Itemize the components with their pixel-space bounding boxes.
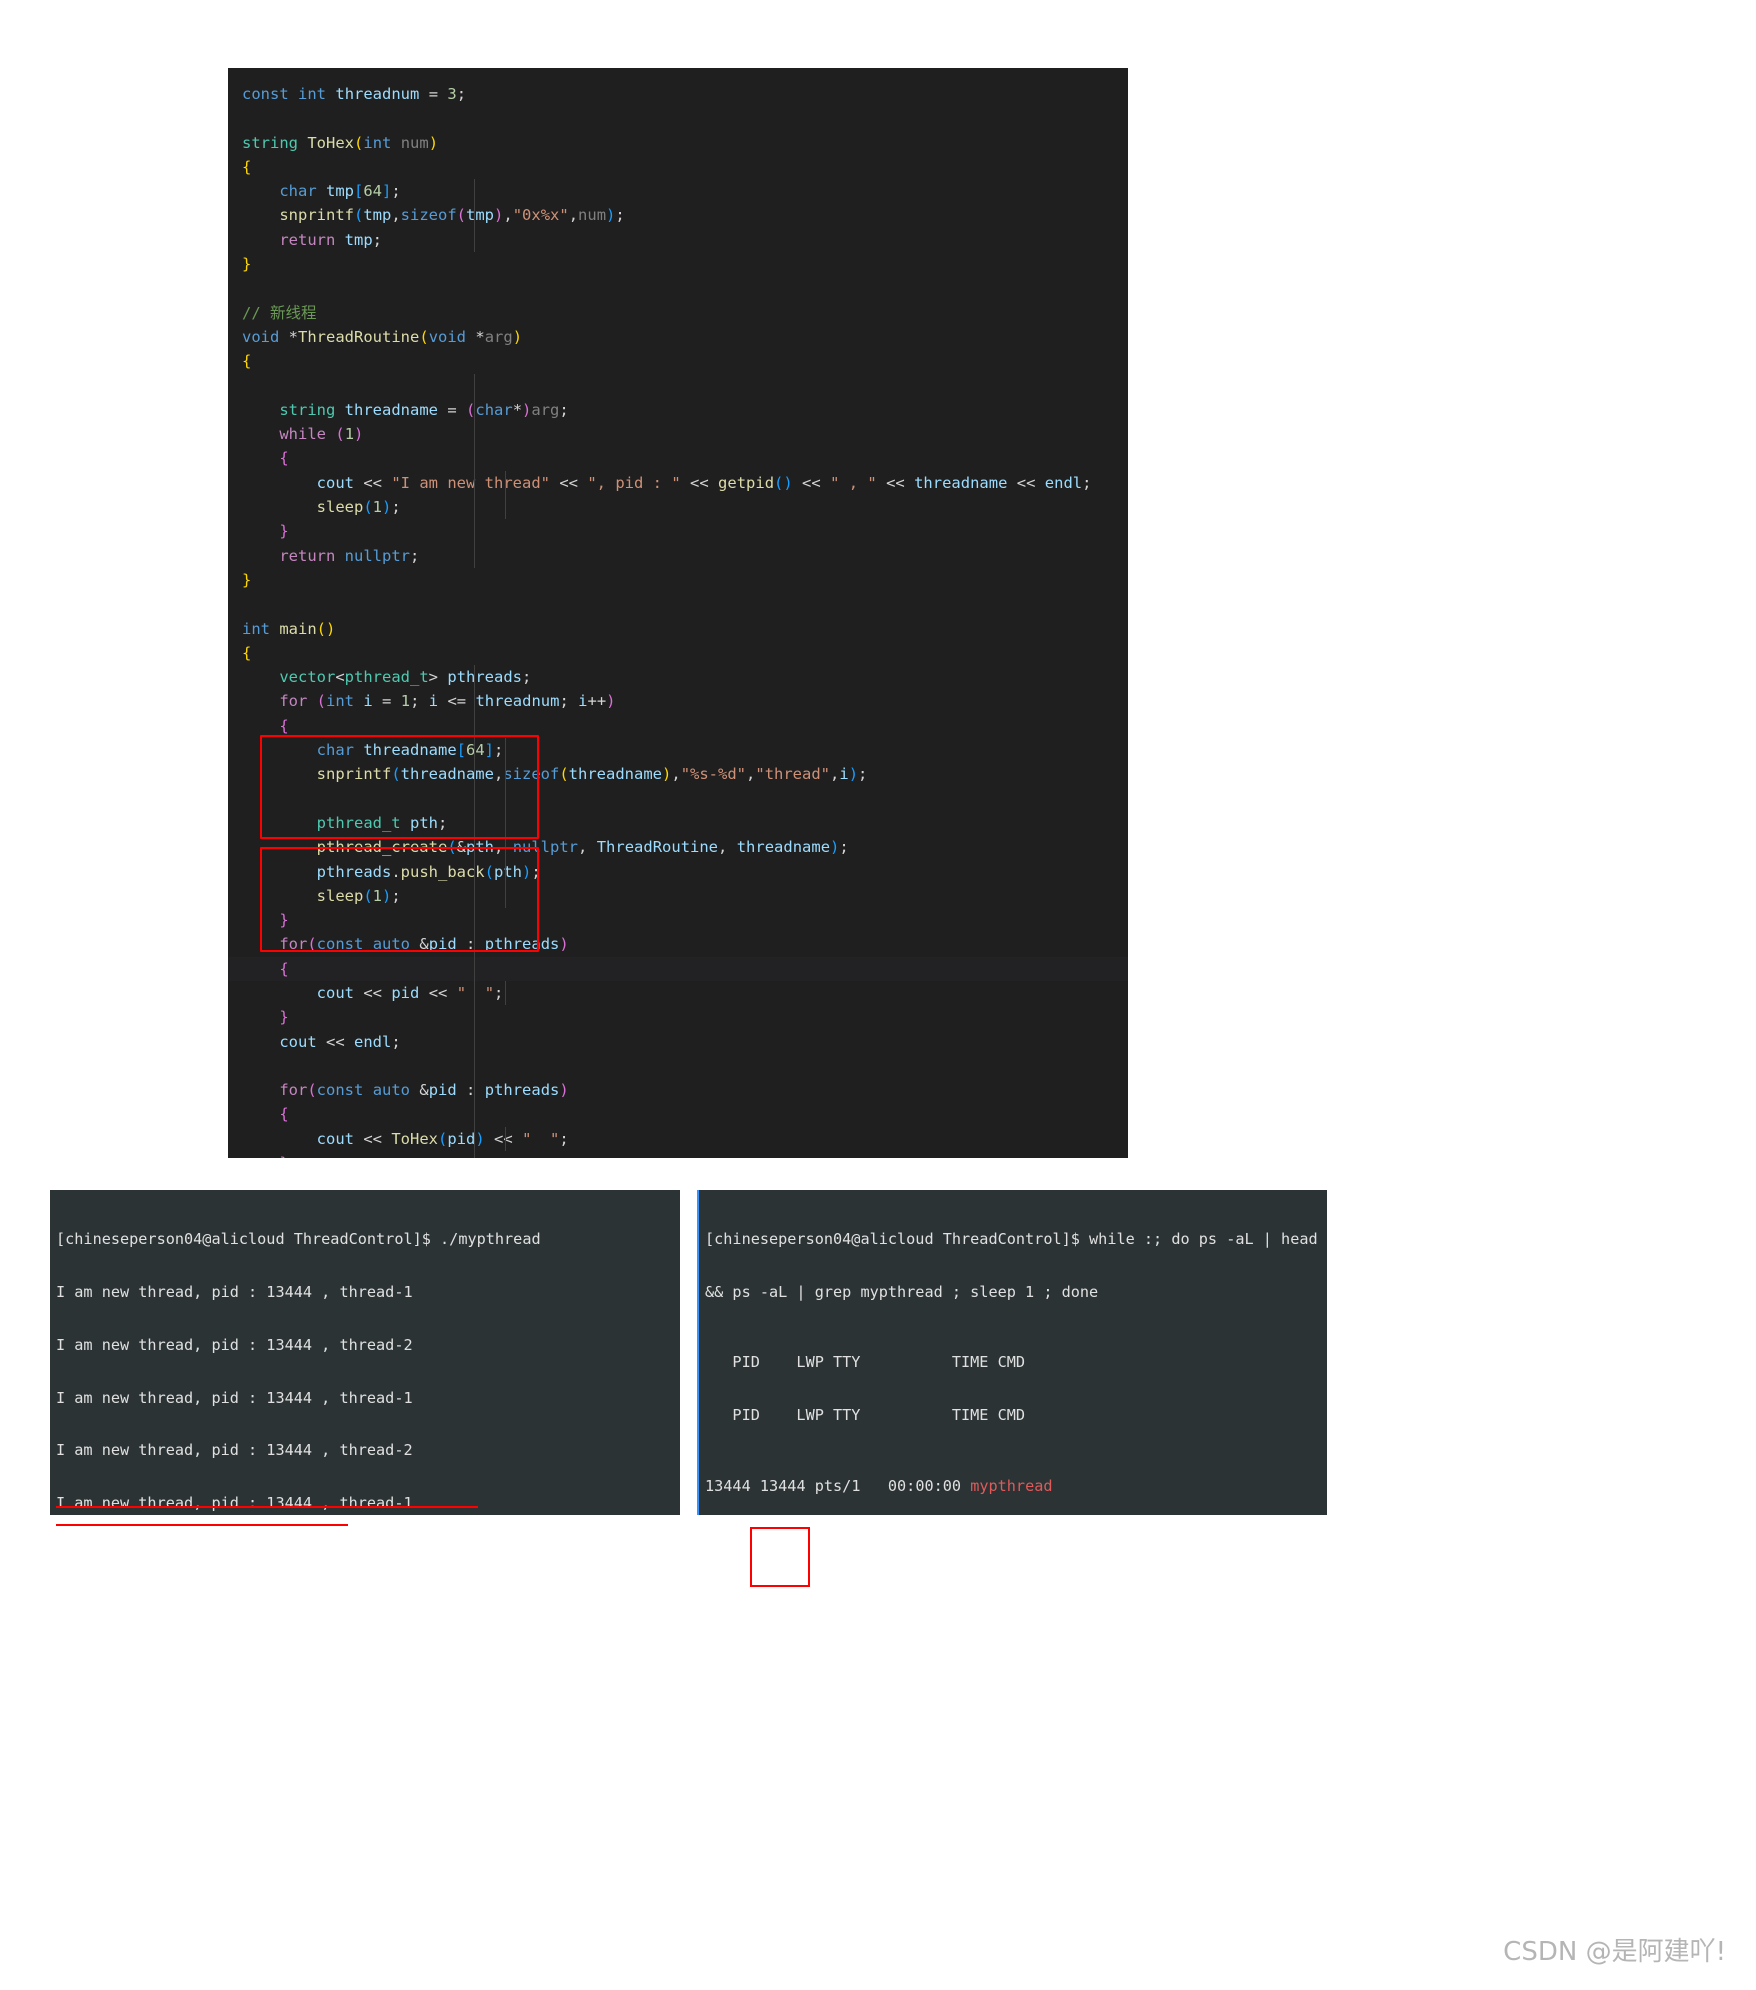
code-line-loop2: { [228,1102,1128,1128]
code-line [228,373,1128,399]
terminal-right-panel[interactable]: [chineseperson04@alicloud ThreadControl]… [697,1190,1327,1515]
code-line: } [242,255,252,274]
code-line: { [228,713,1128,739]
ps-header-text: PID LWP TTY TIME CMD [705,1406,1026,1425]
terminal-prompt-continuation: && ps -aL | grep mypthread ; sleep 1 ; d… [705,1282,1099,1301]
code-line: char tmp[64]; [228,179,1128,204]
code-comment: // 新线程 [242,303,317,322]
code-line: char threadname[64]; [228,738,1128,763]
code-line: } [228,908,1128,933]
ps-time: 00:00:00 [860,1476,962,1495]
code-line: string threadname = (char*)arg; [228,397,1128,423]
code-line: pthreads.push_back(pth); [228,859,1128,885]
terminal-output-line: I am new thread, pid : 13444 , thread-2 [56,1441,413,1460]
ps-lwp: 13444 [759,1476,806,1495]
code-line: sleep(1); [228,883,1128,909]
code-line: cout << "I am new thread" << ", pid : " … [228,470,1128,496]
code-line-loop2: cout << ToHex(pid) << " "; [228,1126,1128,1152]
terminal-output-line: I am new thread, pid : 13444 , thread-1 [56,1388,413,1407]
code-line-loop2: } [228,1151,1128,1158]
terminal-output-line: I am new thread, pid : 13444 , thread-2 [56,1335,413,1354]
code-line: int main() [242,619,336,638]
terminal-output-line: I am new thread, pid : 13444 , thread-1 [56,1282,413,1301]
code-line: snprintf(tmp,sizeof(tmp),"0x%x",num); [228,203,1128,229]
code-line: for (int i = 1; i <= threadnum; i++) [228,689,1128,715]
ps-data-row: 13444 13444 pts/1 00:00:00 mypthread [705,1476,1327,1496]
csdn-watermark: CSDN @是阿建吖! [1503,1937,1726,1967]
code-line [228,786,1128,812]
code-line: { [242,352,252,371]
terminal-prompt-line: [chineseperson04@alicloud ThreadControl]… [705,1230,1327,1249]
code-line-loop1: } [228,1005,1128,1030]
code-line: snprintf(threadname,sizeof(threadname),"… [228,762,1128,787]
code-line: { [242,157,252,176]
terminal-prompt-line: [chineseperson04@alicloud ThreadControl]… [56,1230,541,1249]
ps-header-row: PID LWP TTY TIME CMD [705,1354,1327,1372]
terminal-left-panel[interactable]: [chineseperson04@alicloud ThreadControl]… [50,1190,680,1515]
code-line [228,1053,1128,1079]
code-line: pthread_create(&pth, nullptr, ThreadRout… [228,835,1128,860]
thread-hex-underline [56,1524,348,1526]
code-editor-panel[interactable]: const int threadnum = 3; string ToHex(in… [228,68,1128,1158]
terminal-output-line: I am new thread, pid : 13444 , thread-1 [56,1494,413,1513]
code-line: string ToHex(int num) [242,133,439,152]
ps-header-row: PID LWP TTY TIME CMD [705,1406,1327,1425]
code-line: void *ThreadRoutine(void *arg) [242,327,523,346]
code-line: while (1) [228,422,1128,447]
code-line-loop1: cout << endl; [228,1029,1128,1055]
ps-tty: pts/1 [814,1476,861,1495]
code-line-loop2: for(const auto &pid : pthreads) [228,1078,1128,1103]
ps-header-text: PID LWP TTY TIME CMD [705,1353,1026,1372]
lwp-highlight-box [750,1527,810,1587]
code-line: pthread_t pth; [228,810,1128,836]
ps-pid: 13444 [705,1476,751,1495]
code-line: return tmp; [228,227,1128,253]
code-line: const int threadnum = 3; [242,85,467,103]
code-line: return nullptr; [228,543,1128,569]
code-line: } [228,519,1128,544]
code-line: { [242,643,252,662]
code-line: } [242,570,252,589]
code-line: vector<pthread_t> pthreads; [228,665,1128,690]
ps-cmd: mypthread [970,1476,1053,1495]
code-line-loop1: cout << pid << " "; [228,980,1128,1006]
code-line-loop1: { [228,956,1128,982]
code-line-loop1: for(const auto &pid : pthreads) [228,932,1128,957]
code-line: { [228,446,1128,472]
code-line: sleep(1); [228,495,1128,520]
